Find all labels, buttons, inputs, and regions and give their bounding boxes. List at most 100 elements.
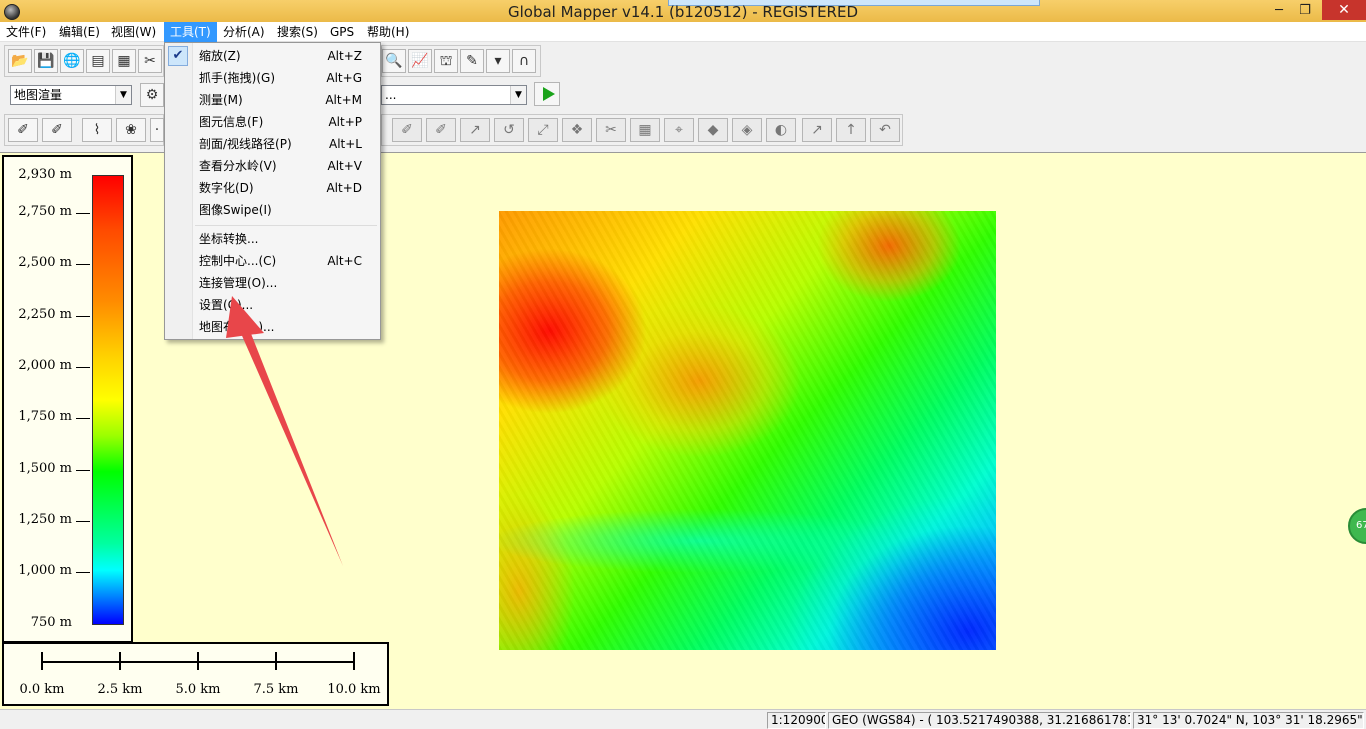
layers-icon[interactable]: ▦	[112, 49, 136, 73]
chevron-down-icon[interactable]: ▼	[510, 86, 526, 104]
split-line-icon[interactable]: ✐	[392, 118, 422, 142]
scale-label: 2.5 km	[97, 682, 143, 697]
buffer-icon[interactable]: ◈	[732, 118, 762, 142]
menu-item-path-profile[interactable]: 剖面/视线路径(P) Alt+L	[165, 133, 380, 155]
title-bar: Global Mapper v14.1 (b120512) - REGISTER…	[0, 0, 1366, 24]
run-button[interactable]	[534, 82, 560, 106]
menu-analysis[interactable]: 分析(A)	[217, 22, 271, 42]
minimize-button[interactable]: ─	[1266, 2, 1292, 20]
projection-select-value: ...	[385, 88, 397, 102]
menu-item-pan[interactable]: 抓手(拖拽)(G) Alt+G	[165, 67, 380, 89]
legend-label: 750 m	[30, 615, 72, 630]
menu-item-label: 地图布局(L)...	[199, 320, 275, 334]
menu-bar: 文件(F) 编辑(E) 视图(W) 工具(T) 分析(A) 搜索(S) GPS …	[0, 22, 1366, 42]
arrow-up-right-icon[interactable]: ↗	[802, 118, 832, 142]
status-dms-coords: 31° 13' 0.7024" N, 103° 31' 18.2965" E	[1133, 712, 1364, 729]
scale-label: 10.0 km	[327, 682, 381, 697]
cut-area-icon[interactable]: ✐	[426, 118, 456, 142]
scale-feature-icon[interactable]: ⤢	[528, 118, 558, 142]
menu-separator	[195, 225, 377, 226]
menu-item-label: 缩放(Z)	[199, 49, 241, 63]
menu-item-connection-manager[interactable]: 连接管理(O)...	[165, 272, 380, 294]
fill-icon[interactable]: ◆	[698, 118, 728, 142]
close-button[interactable]: ✕	[1322, 0, 1366, 20]
menu-item-label: 查看分水岭(V)	[199, 159, 277, 173]
scale-tick	[275, 652, 277, 670]
grid-icon[interactable]: ▦	[630, 118, 660, 142]
restore-button[interactable]: ❐	[1292, 2, 1318, 20]
menu-item-shortcut: Alt+L	[329, 137, 362, 151]
menu-item-feature-info[interactable]: 图元信息(F) Alt+P	[165, 111, 380, 133]
scale-tick	[41, 652, 43, 670]
legend-tick	[76, 367, 90, 368]
arrow-up-icon[interactable]: ↑	[836, 118, 866, 142]
draw-line-icon[interactable]: ⌇	[82, 118, 112, 142]
scale-bar: 0.0 km 2.5 km 5.0 km 7.5 km 10.0 km	[2, 642, 389, 706]
menu-item-label: 连接管理(O)...	[199, 276, 278, 290]
tools-icon[interactable]: ✂	[138, 49, 162, 73]
arch-icon[interactable]: ∩	[512, 49, 536, 73]
measure-icon[interactable]: ⌖	[664, 118, 694, 142]
legend-tick	[76, 572, 90, 573]
globe-icon[interactable]: 🌐	[60, 49, 84, 73]
save-icon[interactable]: 💾	[34, 49, 58, 73]
tools-menu-dropdown: ✔ 缩放(Z) Alt+Z 抓手(拖拽)(G) Alt+G 测量(M) Alt+…	[164, 42, 381, 340]
chevron-down-icon[interactable]: ▼	[115, 86, 131, 104]
legend-label: 2,000 m	[18, 358, 72, 373]
document-icon[interactable]: ▤	[86, 49, 110, 73]
legend-tick	[76, 316, 90, 317]
smooth-icon[interactable]: ◐	[766, 118, 796, 142]
menu-item-label: 坐标转换...	[199, 232, 259, 246]
menu-item-digitize[interactable]: 数字化(D) Alt+D	[165, 177, 380, 199]
menu-item-image-swipe[interactable]: 图像Swipe(I)	[165, 199, 380, 221]
menu-gps[interactable]: GPS	[324, 22, 360, 42]
menu-item-view-shed[interactable]: 查看分水岭(V) Alt+V	[165, 155, 380, 177]
combine-icon[interactable]: ❖	[562, 118, 592, 142]
tower-icon[interactable]: ⛫	[434, 49, 458, 73]
menu-view[interactable]: 视图(W)	[105, 22, 162, 42]
rotate-icon[interactable]: ↺	[494, 118, 524, 142]
edit-feature-icon[interactable]: ✐	[8, 118, 38, 142]
chart-icon[interactable]: 📈	[408, 49, 432, 73]
draw-area-icon[interactable]: ❀	[116, 118, 146, 142]
elevation-raster[interactable]	[499, 211, 996, 650]
status-scale: 1:120900	[767, 712, 826, 729]
menu-tools[interactable]: 工具(T)	[164, 22, 217, 42]
menu-search[interactable]: 搜索(S)	[271, 22, 324, 42]
scale-label: 5.0 km	[175, 682, 221, 697]
scale-label: 0.0 km	[19, 682, 65, 697]
status-bar: 1:120900 GEO (WGS84) - ( 103.5217490388,…	[0, 709, 1366, 729]
pen-icon[interactable]: ✎	[460, 49, 484, 73]
filter-icon[interactable]: ▾	[486, 49, 510, 73]
side-badge[interactable]: 67	[1348, 508, 1366, 544]
draw-point-icon[interactable]: ·	[150, 118, 164, 142]
search-map-icon[interactable]: 🔍	[382, 49, 406, 73]
legend-label: 1,500 m	[18, 461, 72, 476]
layer-select[interactable]: 地图渲量 ▼	[10, 85, 132, 105]
legend-tick	[76, 418, 90, 419]
move-vertex-icon[interactable]: ↗	[460, 118, 490, 142]
menu-item-measure[interactable]: 测量(M) Alt+M	[165, 89, 380, 111]
legend-tick	[76, 264, 90, 265]
menu-item-control-center[interactable]: 控制中心...(C) Alt+C	[165, 250, 380, 272]
menu-item-map-layout[interactable]: 地图布局(L)...	[165, 316, 380, 338]
open-folder-icon[interactable]: 📂	[8, 49, 32, 73]
menu-item-shortcut: Alt+G	[326, 71, 362, 85]
window-title: Global Mapper v14.1 (b120512) - REGISTER…	[508, 3, 858, 21]
menu-edit[interactable]: 编辑(E)	[53, 22, 106, 42]
menu-file[interactable]: 文件(F)	[0, 22, 52, 42]
layer-config-icon[interactable]: ⚙	[140, 83, 164, 107]
crop-icon[interactable]: ✂	[596, 118, 626, 142]
legend-label: 2,500 m	[18, 255, 72, 270]
legend-label: 1,250 m	[18, 512, 72, 527]
menu-item-coordinate-convert[interactable]: 坐标转换...	[165, 228, 380, 250]
projection-select[interactable]: ... ▼	[381, 85, 527, 105]
menu-item-settings[interactable]: 设置(G)...	[165, 294, 380, 316]
undo-icon[interactable]: ↶	[870, 118, 900, 142]
menu-item-zoom[interactable]: ✔ 缩放(Z) Alt+Z	[165, 45, 380, 67]
legend-tick	[76, 521, 90, 522]
menu-item-label: 数字化(D)	[199, 181, 254, 195]
map-toolbar: 🔍 📈 ⛫ ✎ ▾ ∩	[381, 45, 541, 77]
edit-vertex-icon[interactable]: ✐	[42, 118, 72, 142]
menu-help[interactable]: 帮助(H)	[361, 22, 415, 42]
